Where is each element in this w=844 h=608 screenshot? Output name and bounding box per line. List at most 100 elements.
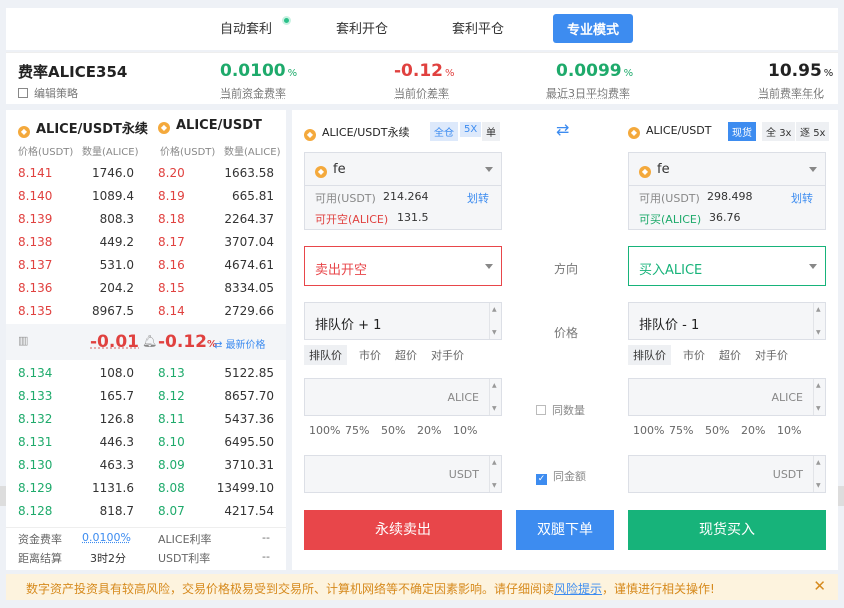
edit-strategy-link[interactable]: 编辑策略: [18, 85, 78, 101]
left-qty-input[interactable]: ALICE: [304, 378, 502, 416]
right-direction-select[interactable]: 买入ALICE: [628, 246, 826, 286]
single-mode-badge[interactable]: 单: [482, 122, 500, 141]
book-qty: 4217.54: [224, 504, 274, 518]
perp-sell-button[interactable]: 永续卖出: [304, 510, 502, 550]
same-qty-checkbox[interactable]: 同数量: [536, 402, 585, 418]
mid-rate-value: -0.12%: [158, 332, 218, 352]
left-account-select[interactable]: ◆ fe: [304, 152, 502, 186]
edit-strategy-label: 编辑策略: [34, 87, 78, 100]
tab-pro-mode[interactable]: 专业模式: [553, 14, 634, 43]
book-price: 8.135: [18, 304, 53, 318]
price-type-button[interactable]: 市价: [354, 345, 386, 365]
left-edge-arrow-icon[interactable]: [0, 486, 6, 506]
tab-close-arbitrage[interactable]: 套利平仓: [452, 18, 504, 37]
leverage-badge[interactable]: 5X: [460, 122, 482, 137]
right-account-select[interactable]: ◆ fe: [628, 152, 826, 186]
spot-buy-button[interactable]: 现货买入: [628, 510, 826, 550]
amount-stepper[interactable]: [813, 456, 825, 492]
price-stepper[interactable]: [489, 303, 501, 339]
book-row[interactable]: 8.129 1131.6 8.08 13499.10: [6, 477, 286, 500]
book-qty: 3710.31: [224, 458, 274, 472]
swap-icon: ⇄: [214, 340, 226, 351]
bell-icon[interactable]: 🔔︎: [142, 334, 157, 348]
book-price: 8.128: [18, 504, 53, 518]
edit-icon: [18, 88, 28, 98]
right-amount-input[interactable]: USDT: [628, 455, 826, 493]
risk-notice: 数字资产投资具有较高风险，交易价格极易受到交易所、计算机网络等不确定因素影响。请…: [6, 574, 838, 600]
price-type-button[interactable]: 对手价: [426, 345, 469, 365]
right-transfer-link[interactable]: 划转: [791, 190, 813, 206]
percent-button[interactable]: 20%: [412, 422, 446, 439]
price-type-button[interactable]: 排队价: [628, 345, 671, 365]
right-edge-arrow-icon[interactable]: [838, 486, 844, 506]
right-qty-input[interactable]: ALICE: [628, 378, 826, 416]
book-price: 8.132: [18, 412, 53, 426]
book-row[interactable]: 8.135 8967.5 8.14 2729.66: [6, 300, 286, 323]
tab-open-arbitrage[interactable]: 套利开仓: [336, 18, 388, 37]
book-row[interactable]: 8.140 1089.4 8.19 665.81: [6, 185, 286, 208]
percent-button[interactable]: 10%: [448, 422, 482, 439]
left-transfer-link[interactable]: 划转: [467, 190, 489, 206]
qty-stepper[interactable]: [813, 379, 825, 415]
strategy-stats: 费率ALICE354 编辑策略 0.0100% 当前资金费率 -0.12% 当前…: [6, 52, 838, 104]
book-row[interactable]: 8.131 446.3 8.10 6495.50: [6, 431, 286, 454]
book-price: 8.15: [158, 281, 185, 295]
tab-auto-arbitrage[interactable]: 自动套利: [220, 18, 272, 37]
funding-info-row: 资金费率 0.0100% ALICE利率 --: [6, 527, 286, 547]
price-type-button[interactable]: 对手价: [750, 345, 793, 365]
right-price-input[interactable]: 排队价 - 1: [628, 302, 826, 340]
percent-button[interactable]: 50%: [376, 422, 410, 439]
price-stepper[interactable]: [813, 303, 825, 339]
book-row[interactable]: 8.128 818.7 8.07 4217.54: [6, 500, 286, 523]
book-row[interactable]: 8.133 165.7 8.12 8657.70: [6, 385, 286, 408]
book-row[interactable]: 8.134 108.0 8.13 5122.85: [6, 362, 286, 385]
book-qty: 2729.66: [224, 304, 274, 318]
book-row[interactable]: 8.132 126.8 8.11 5437.36: [6, 408, 286, 431]
right-balance-box: 可用(USDT) 298.498 划转 可买(ALICE) 36.76: [628, 186, 826, 230]
price-type-button[interactable]: 排队价: [304, 345, 347, 365]
left-amount-input[interactable]: USDT: [304, 455, 502, 493]
left-direction-select[interactable]: 卖出开空: [304, 246, 502, 286]
funding-value: 0.0100%: [82, 531, 131, 544]
book-row[interactable]: 8.141 1746.0 8.20 1663.58: [6, 162, 286, 185]
percent-button[interactable]: 50%: [700, 422, 734, 439]
book-qty: 1089.4: [92, 189, 134, 203]
book-price: 8.141: [18, 166, 53, 180]
swap-legs-icon[interactable]: ⇄: [556, 120, 569, 139]
book-price: 8.20: [158, 166, 185, 180]
same-amount-checkbox[interactable]: ✓ 同金额: [536, 468, 586, 485]
alice-coin-icon: ◆: [628, 127, 640, 139]
left-pair-title: ◆ ALICE/USDT永续: [304, 124, 409, 141]
percent-button[interactable]: 10%: [772, 422, 806, 439]
cross-badge[interactable]: 全 3x: [762, 122, 796, 141]
cross-margin-badge[interactable]: 全仓: [430, 122, 458, 141]
price-type-button[interactable]: 超价: [714, 345, 746, 365]
dual-leg-order-button[interactable]: 双腿下单: [516, 510, 614, 550]
depth-chart-icon[interactable]: ▥: [18, 334, 28, 347]
qty-stepper[interactable]: [489, 379, 501, 415]
book-qty: 4674.61: [224, 258, 274, 272]
percent-button[interactable]: 20%: [736, 422, 770, 439]
book-row[interactable]: 8.139 808.3 8.18 2264.37: [6, 208, 286, 231]
left-openable-label: 可开空(ALICE): [315, 213, 389, 226]
close-icon[interactable]: ✕: [813, 577, 826, 595]
percent-button[interactable]: 75%: [340, 422, 374, 439]
spot-badge[interactable]: 现货: [728, 122, 756, 141]
book-row[interactable]: 8.138 449.2 8.17 3707.04: [6, 231, 286, 254]
risk-notice-link[interactable]: 风险提示: [554, 582, 602, 596]
left-price-input[interactable]: 排队价 + 1: [304, 302, 502, 340]
book-price: 8.12: [158, 389, 185, 403]
isolated-badge[interactable]: 逐 5x: [796, 122, 830, 141]
price-type-button[interactable]: 市价: [678, 345, 710, 365]
book-qty: 665.81: [232, 189, 274, 203]
book-price: 8.137: [18, 258, 53, 272]
amount-stepper[interactable]: [489, 456, 501, 492]
price-type-button[interactable]: 超价: [390, 345, 422, 365]
latest-price-toggle[interactable]: ⇄ 最新价格: [214, 336, 266, 351]
book-row[interactable]: 8.136 204.2 8.15 8334.05: [6, 277, 286, 300]
account-coin-icon: ◆: [639, 166, 651, 178]
book-row[interactable]: 8.130 463.3 8.09 3710.31: [6, 454, 286, 477]
book-row[interactable]: 8.137 531.0 8.16 4674.61: [6, 254, 286, 277]
chevron-down-icon: [485, 167, 493, 172]
percent-button[interactable]: 75%: [664, 422, 698, 439]
